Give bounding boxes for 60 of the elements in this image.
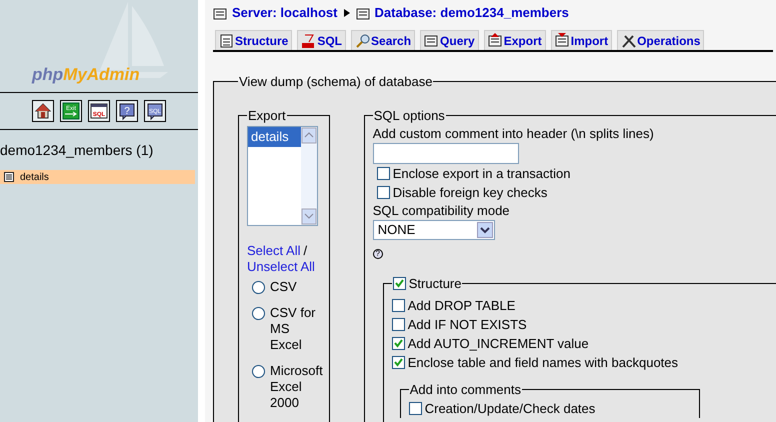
table-list[interactable]: details [247,126,318,226]
logo-text: php [32,64,64,86]
compatibility-dropdown[interactable]: NONE [372,220,495,240]
logo-text: MyAdmin [63,64,140,86]
select-all-link[interactable]: Select All [247,243,300,258]
fieldset-legend: Export [247,106,287,125]
checkbox-label: Enclose export in a transaction [392,164,571,183]
tab[interactable]: Structure [215,30,292,50]
field-label: SQL compatibility mode [372,202,511,220]
query-icon [424,32,440,48]
database-link[interactable]: demo1234_members (1) [0,140,198,161]
checkbox-label: Add IF NOT EXISTS [408,316,527,334]
export-icon [488,32,503,48]
table-item[interactable]: details [0,170,195,184]
checkbox-label: Creation/Update/Check dates [424,400,596,418]
import-icon [554,32,570,48]
tab[interactable]: Import [550,30,612,50]
search-icon [355,32,370,48]
checkbox[interactable] [392,277,406,290]
server-icon [213,6,227,20]
tab[interactable]: Operations [617,30,704,50]
field-label: Add custom comment into header (\n splits lines) [372,125,655,143]
table-icon [4,172,14,182]
radio-label: CSV for MS Excel [270,305,317,353]
checkbox[interactable] [392,318,405,331]
fieldset-legend: Add into comments [408,380,522,400]
list-item[interactable]: details [248,127,301,146]
fieldset-legend: View dump (schema) of database [238,72,434,92]
tab[interactable]: Query [420,30,479,50]
fieldset-legend: Structure [408,274,462,294]
server-link[interactable]: Server: localhost [232,3,338,23]
radio-button[interactable] [252,281,265,294]
tab[interactable]: Export [484,30,546,50]
checkbox[interactable] [376,186,390,199]
checkbox[interactable] [408,402,422,416]
checkbox[interactable] [392,336,405,350]
checkbox-label: Enclose table and field names with backquotes [408,354,678,372]
checkbox[interactable] [392,298,405,312]
checkbox-label: Add DROP TABLE [408,296,516,314]
checkbox[interactable] [376,167,390,180]
checkbox-label: Add AUTO_INCREMENT value [408,334,589,353]
help-button[interactable]: ? [116,100,138,122]
unselect-all-link[interactable]: Unselect All [247,259,315,274]
comment-field[interactable] [372,143,519,164]
checkbox-label: Disable foreign key checks [392,184,548,202]
help-icon[interactable]: ? [372,249,383,259]
radio-label: Microsoft Excel 2000 [270,363,323,411]
structure-icon [219,32,234,48]
triangle-icon [342,8,350,18]
database-icon [356,6,370,20]
tab[interactable]: SQL [297,30,346,50]
checkbox[interactable] [392,356,405,369]
radio-label: CSV [270,279,297,295]
tab[interactable]: Search [351,30,416,50]
separator: / [303,243,308,258]
radio-button[interactable] [252,307,265,320]
fieldset-legend: SQL options [372,106,446,125]
home-button[interactable] [32,100,54,122]
database-link[interactable]: Database: demo1234_members [374,3,569,23]
radio-button[interactable] [252,365,265,378]
